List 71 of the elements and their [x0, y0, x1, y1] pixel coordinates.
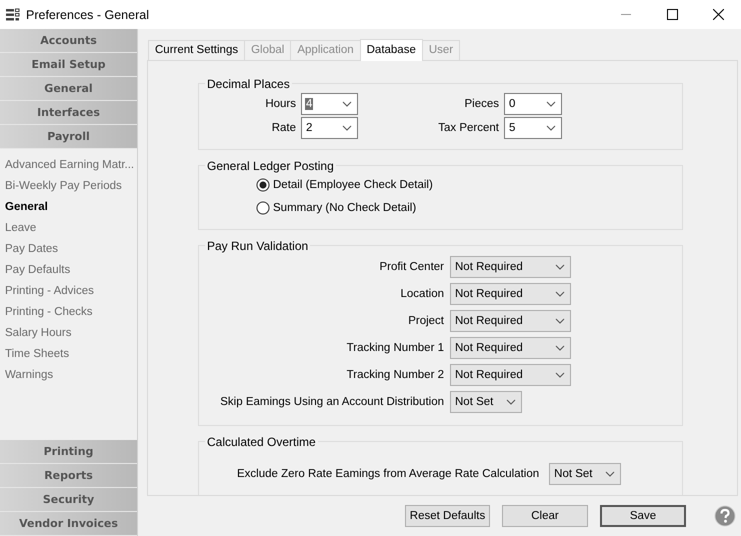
- caret-icon: [546, 100, 556, 107]
- maximize-icon[interactable]: [666, 9, 678, 20]
- field-label: Location: [400, 288, 444, 300]
- sidebar-section[interactable]: Vendor Invoices: [0, 512, 137, 536]
- dropdown[interactable]: Not Set: [450, 390, 522, 413]
- sidebar-item[interactable]: Printing - Advices: [5, 281, 94, 302]
- caret-icon: [342, 100, 352, 107]
- window-title: Preferences - General: [26, 8, 150, 22]
- group-title: Decimal Places: [206, 76, 291, 91]
- caret-icon: [546, 124, 556, 131]
- option-label[interactable]: Detail (Employee Check Detail): [273, 179, 433, 192]
- group-title: General Ledger Posting: [206, 158, 335, 173]
- group-title: Calculated Overtime: [206, 434, 317, 449]
- field-label: Tracking Number 2: [346, 368, 444, 381]
- radio-button[interactable]: [256, 201, 270, 216]
- dialog-button[interactable]: Reset Defaults: [405, 505, 490, 528]
- field-label: Profit Center: [379, 260, 444, 273]
- sidebar-item[interactable]: Bi-Weekly Pay Periods: [5, 176, 122, 197]
- dropdown[interactable]: 2: [301, 116, 358, 139]
- help-icon[interactable]: [714, 505, 736, 528]
- sidebar-item[interactable]: Time Sheets: [5, 344, 70, 365]
- field-label: Exclude Zero Rate Eamings from Average Rate Calculation: [237, 468, 540, 480]
- caret-icon: [555, 264, 565, 270]
- dropdown[interactable]: Not Required: [450, 336, 571, 359]
- app-icon: [6, 8, 20, 22]
- sidebar-section[interactable]: Accounts: [0, 29, 137, 53]
- tab[interactable]: Current Settings: [148, 40, 246, 60]
- field-label: Tax Percent: [437, 122, 499, 134]
- sidebar-section[interactable]: Security: [0, 488, 137, 512]
- sidebar-section[interactable]: Payroll: [0, 125, 137, 149]
- dialog-button[interactable]: Clear: [502, 505, 588, 528]
- caret-icon: [605, 470, 616, 477]
- field-label: Project: [408, 314, 444, 327]
- sidebar-section[interactable]: Interfaces: [0, 101, 137, 125]
- field-label: Rate: [270, 122, 296, 134]
- dropdown[interactable]: 0: [504, 92, 562, 115]
- sidebar-item[interactable]: Salary Hours: [5, 323, 72, 344]
- sidebar-item[interactable]: Warnings: [5, 365, 54, 386]
- caret-icon: [342, 124, 352, 131]
- sidebar-item[interactable]: Printing - Checks: [5, 302, 93, 323]
- group-title: Pay Run Validation: [206, 238, 310, 253]
- option-label[interactable]: Summary (No Check Detail): [273, 202, 416, 214]
- dropdown[interactable]: Not Required: [450, 310, 571, 332]
- caret-icon: [555, 318, 565, 324]
- sidebar-item[interactable]: Advanced Earning Matr...: [5, 155, 134, 176]
- caret-icon: [555, 372, 565, 378]
- radio-button[interactable]: [256, 178, 270, 192]
- dropdown[interactable]: Not Required: [450, 256, 571, 278]
- dropdown[interactable]: 5: [504, 116, 562, 139]
- dropdown[interactable]: 4: [301, 92, 358, 115]
- caret-icon: [506, 398, 516, 405]
- caret-icon: [555, 344, 565, 351]
- sidebar-item[interactable]: Pay Defaults: [5, 260, 70, 281]
- close-icon[interactable]: [712, 9, 724, 20]
- sidebar-section[interactable]: Email Setup: [0, 53, 137, 77]
- dropdown[interactable]: Not Required: [450, 364, 571, 386]
- sidebar-item[interactable]: Leave: [5, 218, 36, 239]
- sidebar-section[interactable]: Printing: [0, 440, 137, 464]
- dropdown[interactable]: Not Required: [450, 282, 571, 305]
- dropdown[interactable]: Not Set: [549, 462, 622, 485]
- sidebar-section[interactable]: General: [0, 77, 137, 101]
- field-label: Tracking Number 1: [346, 342, 444, 354]
- sidebar-item[interactable]: Pay Dates: [5, 239, 58, 260]
- field-label: Skip Eamings Using an Account Distribution: [220, 396, 444, 408]
- field-label: Hours: [264, 98, 296, 110]
- dialog-button[interactable]: Save: [600, 505, 686, 528]
- sidebar-section[interactable]: Reports: [0, 464, 137, 488]
- tab[interactable]: Database: [360, 38, 423, 61]
- caret-icon: [555, 290, 565, 297]
- field-label: Pieces: [463, 98, 499, 110]
- sidebar-item[interactable]: General: [5, 197, 48, 218]
